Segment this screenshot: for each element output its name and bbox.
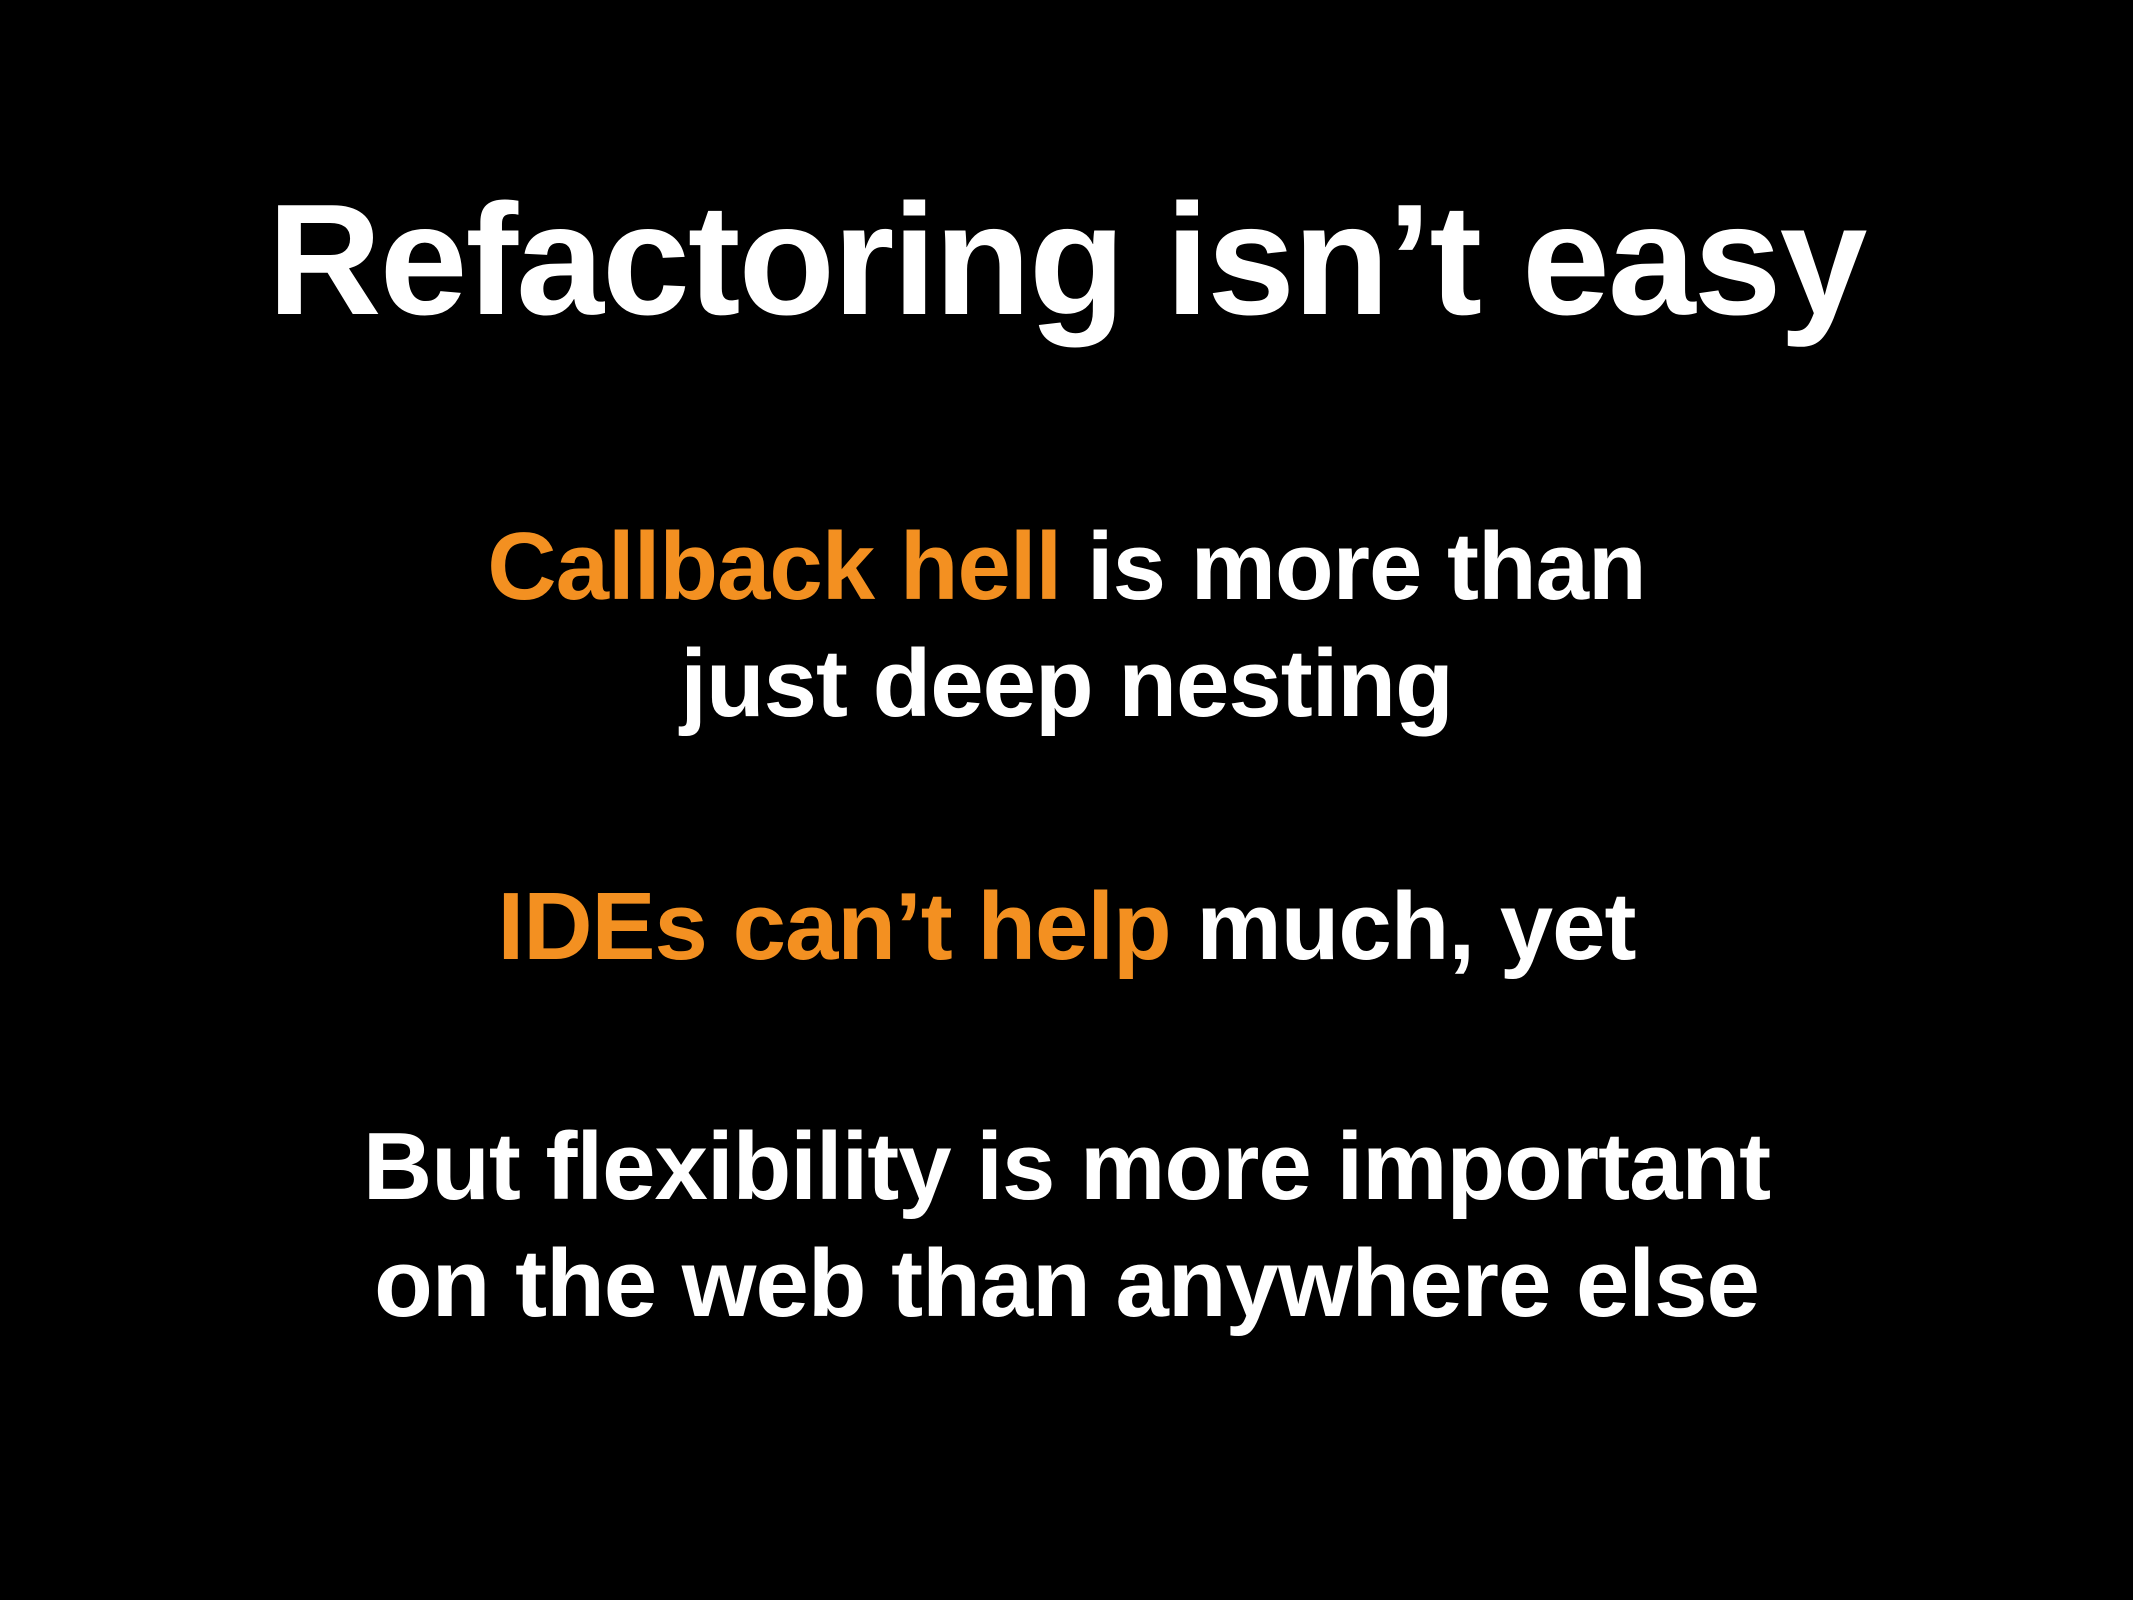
point-callback-hell-highlight: Callback hell [487, 513, 1062, 620]
point-ides: IDEs can’t help much, yet [0, 868, 2133, 985]
point-flexibility-line-1: But flexibility is more important [362, 1113, 1771, 1220]
point-callback-hell-line-2: just deep nesting [680, 630, 1453, 737]
point-ides-line-1: IDEs can’t help much, yet [0, 868, 2133, 985]
point-flexibility-line-2: on the web than anywhere else [374, 1230, 1760, 1337]
point-callback-hell-text: is more than [1061, 513, 1647, 620]
slide-title: Refactoring isn’t easy [267, 172, 1868, 348]
point-flexibility: But flexibility is more important on the… [0, 1108, 2133, 1342]
point-callback-hell: Callback hell is more than just deep nes… [0, 508, 2133, 742]
point-ides-highlight: IDEs can’t help [497, 873, 1172, 980]
point-ides-text: much, yet [1170, 873, 1636, 980]
slide: Refactoring isn’t easy Callback hell is … [0, 0, 2133, 1600]
point-callback-hell-line-1: Callback hell is more than [0, 508, 2133, 625]
